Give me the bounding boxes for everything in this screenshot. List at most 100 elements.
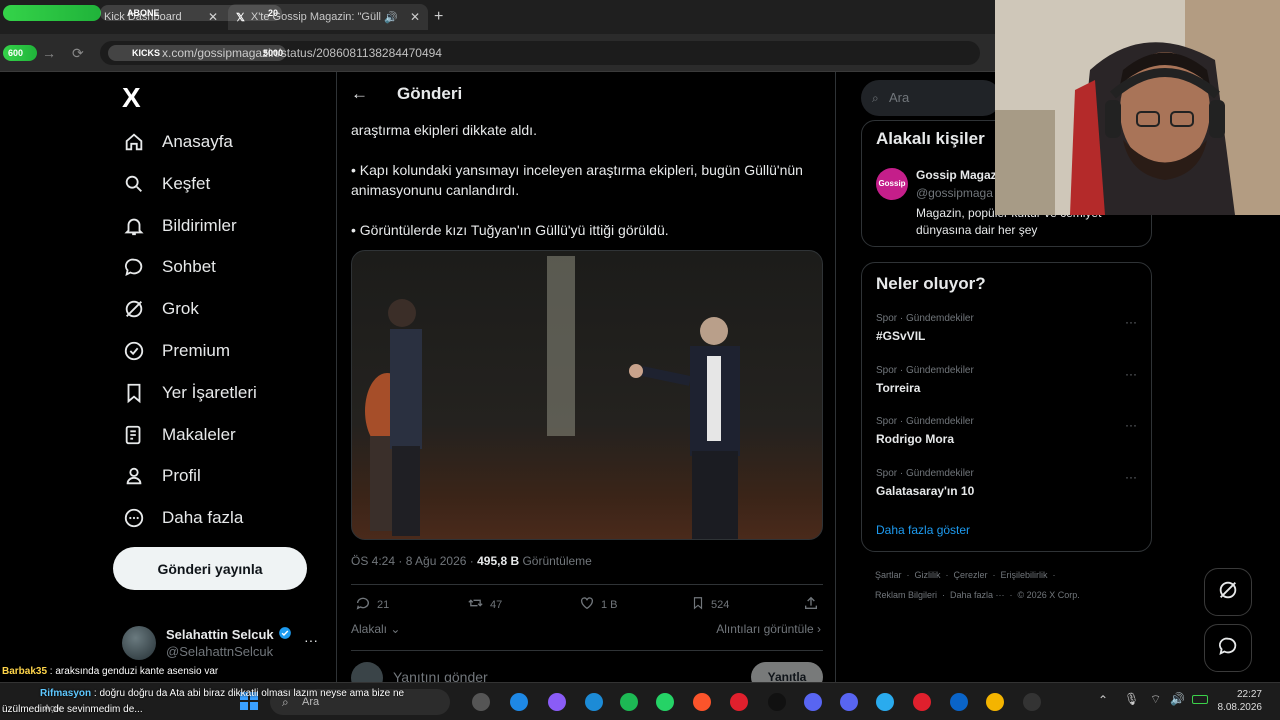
tray-chevron-icon[interactable]: ⌃ — [1098, 693, 1108, 707]
person-avatar[interactable]: Gossip — [876, 168, 908, 200]
search-placeholder: Ara — [889, 90, 910, 105]
like-action[interactable]: 1 B — [579, 595, 618, 614]
nav-item-search[interactable]: Keşfet — [122, 164, 210, 204]
bookmark-count: 524 — [711, 598, 730, 611]
person-name[interactable]: Gossip Magaz — [916, 168, 997, 182]
more-icon[interactable]: ··· — [304, 632, 318, 648]
forward-icon[interactable]: → — [42, 45, 56, 61]
repost-action[interactable]: 47 — [467, 595, 502, 614]
chrome-icon[interactable] — [986, 693, 1004, 711]
opera-gx-icon[interactable] — [913, 693, 931, 711]
bookmark-action[interactable]: 524 — [691, 595, 729, 614]
more-icon[interactable]: ··· — [1125, 418, 1137, 432]
post-button[interactable]: Gönderi yayınla — [113, 547, 307, 590]
reply-icon — [355, 595, 371, 614]
copilot-icon[interactable] — [548, 693, 566, 711]
messages-fab[interactable] — [1204, 624, 1252, 672]
trend-name: Rodrigo Mora — [876, 432, 954, 447]
search-input[interactable]: ⌕ Ara — [861, 80, 1001, 116]
microphone-icon[interactable]: 🎙 — [1124, 692, 1139, 706]
repost-icon — [467, 595, 484, 614]
chat-bubble-icon — [1217, 635, 1239, 662]
trends-card: Neler oluyor? Spor · Gündemdekiler #GSvVI… — [861, 262, 1152, 552]
nav-item-more-circle[interactable]: Daha fazla — [122, 498, 243, 538]
more-icon[interactable]: ··· — [1125, 470, 1137, 484]
nav-item-label: Daha fazla — [162, 508, 244, 528]
nav-item-label: Keşfet — [162, 173, 211, 193]
discord-icon[interactable] — [804, 693, 822, 711]
nav-item-home[interactable]: Anasayfa — [122, 122, 233, 162]
heart-icon — [579, 595, 595, 614]
outlook-icon[interactable] — [950, 693, 968, 711]
whatsapp-icon[interactable] — [656, 693, 674, 711]
footer-link[interactable]: Çerezler — [954, 570, 988, 580]
person-handle: @gossipmaga — [916, 186, 993, 200]
nav-item-label: Bildirimler — [162, 215, 237, 235]
bookmark-icon — [122, 381, 146, 405]
code-icon[interactable] — [585, 693, 603, 711]
task-view-icon[interactable] — [472, 693, 490, 711]
tab-close-icon[interactable]: ✕ — [410, 10, 420, 24]
opera-icon[interactable] — [730, 693, 748, 711]
footer-link[interactable]: Reklam Bilgileri — [875, 590, 937, 600]
nav-item-label: Grok — [162, 299, 199, 319]
footer-link[interactable]: Şartlar — [875, 570, 902, 580]
footer-links: Şartlar · Gizlilik · Çerezler · Erişileb… — [875, 570, 1056, 580]
account-switcher[interactable]: Selahattin Selcuk @SelahattnSelcuk ··· — [122, 624, 332, 664]
battery-icon[interactable] — [1192, 695, 1208, 704]
stream-chat-line: üzülmedim de sevinmedim de... — [2, 704, 143, 715]
post-video[interactable] — [351, 250, 823, 540]
discord-ptb-icon[interactable] — [840, 693, 858, 711]
stream-chat-line: Rifmasyon : doğru doğru da Ata abi biraz… — [40, 688, 404, 699]
nav-item-bell[interactable]: Bildirimler — [122, 206, 237, 246]
divider — [351, 584, 823, 585]
footer-link[interactable]: Gizlilik — [915, 570, 941, 580]
nav-item-grok[interactable]: Grok — [122, 289, 199, 329]
chevron-down-icon: ⌄ — [390, 622, 401, 636]
more-circle-icon — [122, 506, 146, 530]
nav-item-verified[interactable]: Premium — [122, 331, 230, 371]
telegram-icon[interactable] — [876, 693, 894, 711]
new-tab-button[interactable]: + — [434, 8, 443, 26]
trend-name: #GSvVIL — [876, 329, 926, 343]
show-more-link[interactable]: Daha fazla göster — [876, 523, 970, 537]
wifi-icon[interactable]: ⌔ — [1150, 692, 1161, 707]
sub-goal-label: ABONE — [127, 8, 160, 18]
nav-item-bookmark[interactable]: Yer İşaretleri — [122, 373, 257, 413]
avatar-text: Gossip — [878, 179, 906, 188]
view-quotes-link[interactable]: Alıntıları görüntüle › — [716, 622, 821, 636]
system-clock[interactable]: 22:27 8.08.2026 — [1218, 688, 1263, 714]
x-logo[interactable]: X — [122, 82, 141, 114]
user-name: Selahattin Selcuk — [166, 627, 274, 642]
nav-item-label: Anasayfa — [162, 132, 233, 151]
grok-fab[interactable] — [1204, 568, 1252, 616]
spotify-icon[interactable] — [620, 693, 638, 711]
post-time[interactable]: ÖS 4:24 · 8 Ağu 2026 · — [351, 554, 477, 568]
nav-item-chat[interactable]: Sohbet — [122, 247, 216, 287]
footer-link[interactable]: Erişilebilirlik — [1001, 570, 1048, 580]
share-action[interactable] — [803, 595, 819, 614]
reload-icon[interactable]: ⟳ — [72, 45, 84, 62]
obs-icon[interactable] — [1023, 693, 1041, 711]
reply-action[interactable]: 21 — [355, 595, 389, 614]
brave-icon[interactable] — [693, 693, 711, 711]
footer-link[interactable]: Daha fazla ··· — [950, 590, 1005, 600]
nav-item-person[interactable]: Profil — [122, 456, 201, 496]
nav-item-article[interactable]: Makaleler — [122, 415, 236, 455]
home-icon — [122, 130, 146, 154]
bookmark-icon — [691, 595, 705, 614]
more-icon[interactable]: ··· — [1125, 315, 1137, 329]
footer-links-2: Reklam Bilgileri · Daha fazla ··· · © 20… — [875, 590, 1080, 600]
steam-app-icon[interactable] — [768, 693, 786, 711]
chat-icon — [122, 255, 146, 279]
address-bar-area: 600 → ⟳ x.com/gossipmagazin/status/20860… — [0, 34, 995, 72]
edge-icon[interactable] — [510, 693, 528, 711]
back-arrow-icon[interactable]: ← — [351, 84, 368, 104]
post-view-count: 495,8 B — [477, 554, 520, 568]
volume-icon[interactable]: 🔊 — [1170, 692, 1185, 706]
grok-icon — [1217, 579, 1239, 606]
post-meta: ÖS 4:24 · 8 Ağu 2026 · 495,8 B Görüntüle… — [351, 554, 592, 568]
speaker-icon[interactable]: 🔊 — [384, 11, 398, 24]
more-icon[interactable]: ··· — [1125, 367, 1137, 381]
sort-relevant-dropdown[interactable]: Alakalı ⌄ — [351, 622, 400, 636]
